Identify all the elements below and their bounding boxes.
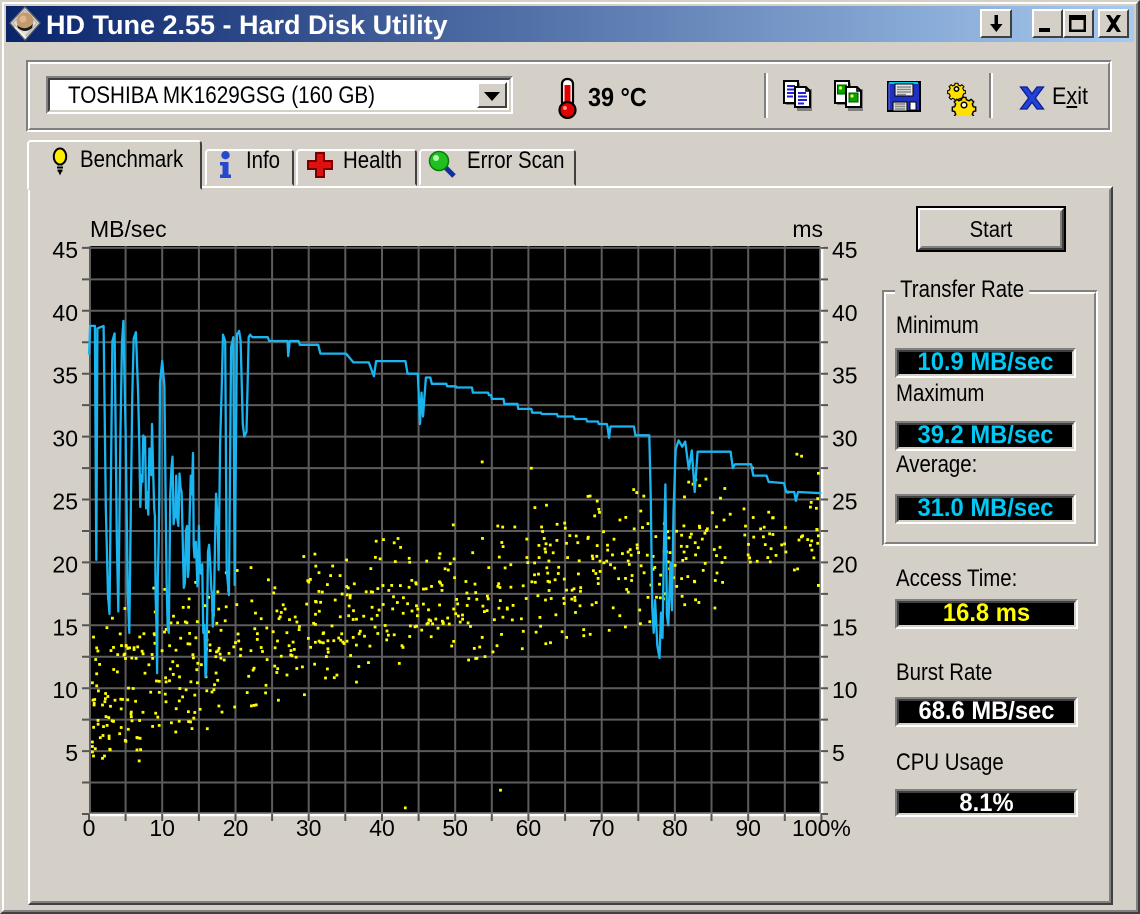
svg-text:ms: ms bbox=[792, 216, 823, 242]
svg-text:40: 40 bbox=[52, 300, 78, 326]
svg-text:90: 90 bbox=[735, 815, 761, 841]
svg-text:30: 30 bbox=[832, 426, 858, 452]
svg-text:10: 10 bbox=[149, 815, 175, 841]
svg-text:45: 45 bbox=[52, 237, 78, 263]
svg-text:0: 0 bbox=[83, 815, 96, 841]
svg-text:40: 40 bbox=[369, 815, 395, 841]
svg-text:10: 10 bbox=[52, 677, 78, 703]
svg-text:5: 5 bbox=[65, 740, 78, 766]
svg-text:20: 20 bbox=[223, 815, 249, 841]
svg-text:20: 20 bbox=[832, 551, 858, 577]
svg-text:25: 25 bbox=[52, 489, 78, 515]
svg-text:5: 5 bbox=[832, 740, 845, 766]
svg-text:30: 30 bbox=[52, 426, 78, 452]
svg-text:50: 50 bbox=[442, 815, 468, 841]
svg-text:70: 70 bbox=[589, 815, 615, 841]
svg-text:35: 35 bbox=[832, 363, 858, 389]
svg-text:15: 15 bbox=[832, 614, 858, 640]
svg-text:35: 35 bbox=[52, 363, 78, 389]
svg-text:40: 40 bbox=[832, 300, 858, 326]
svg-text:60: 60 bbox=[516, 815, 542, 841]
svg-text:20: 20 bbox=[52, 551, 78, 577]
svg-text:45: 45 bbox=[832, 237, 858, 263]
svg-text:15: 15 bbox=[52, 614, 78, 640]
svg-text:100%: 100% bbox=[792, 815, 851, 841]
svg-text:10: 10 bbox=[832, 677, 858, 703]
svg-text:30: 30 bbox=[296, 815, 322, 841]
svg-text:80: 80 bbox=[662, 815, 688, 841]
svg-text:MB/sec: MB/sec bbox=[90, 216, 167, 242]
svg-text:25: 25 bbox=[832, 489, 858, 515]
